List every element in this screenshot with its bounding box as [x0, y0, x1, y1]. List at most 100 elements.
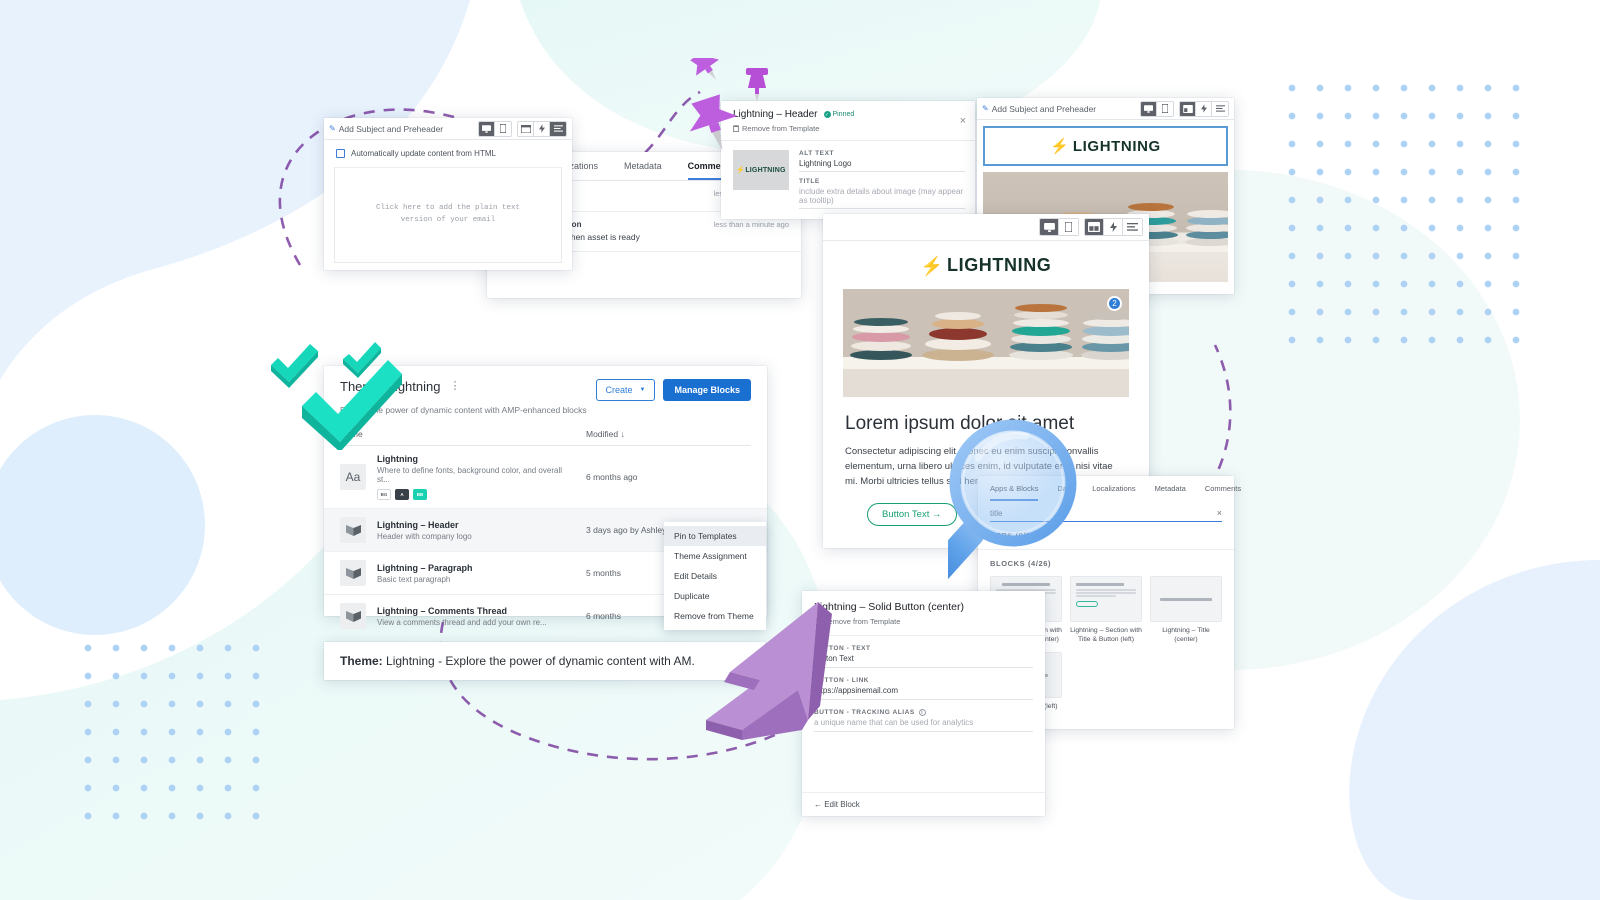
- tab-data[interactable]: Data: [1057, 484, 1073, 501]
- remove-label: Remove from Template: [823, 617, 901, 626]
- add-subject-link[interactable]: ✎ Add Subject and Preheader: [329, 124, 443, 134]
- layout-icon[interactable]: [1085, 219, 1104, 235]
- tab-metadata[interactable]: Metadata: [624, 161, 662, 180]
- swatch-bg[interactable]: BG: [377, 489, 391, 500]
- row-description: Header with company logo: [377, 531, 472, 541]
- block-card[interactable]: Lightning – Section with Title & Button …: [1070, 576, 1142, 644]
- thumb-logo-label: ⚡LIGHTNING: [736, 167, 786, 174]
- add-subject-link[interactable]: ✎ Add Subject and Preheader: [982, 104, 1096, 114]
- menu-item-edit-details[interactable]: Edit Details: [664, 566, 766, 586]
- column-name[interactable]: Name: [340, 429, 586, 439]
- solid-button-title-bar: Lightning – Solid Button (center) Remove…: [802, 591, 1045, 636]
- menu-item-duplicate[interactable]: Duplicate: [664, 586, 766, 606]
- auto-update-checkbox[interactable]: [336, 149, 345, 158]
- theme-banner-panel: Theme: Lightning - Explore the power of …: [324, 642, 765, 680]
- trash-icon: [733, 125, 739, 132]
- remove-from-template-button[interactable]: Remove from Template: [733, 124, 965, 133]
- tab-apps-and-blocks[interactable]: Apps & Blocks: [990, 484, 1039, 501]
- swatch-a[interactable]: A: [395, 489, 409, 500]
- device-toggle-group: [1039, 218, 1079, 236]
- title-field[interactable]: include extra details about image (may a…: [799, 185, 965, 209]
- create-button[interactable]: Create ▼: [595, 379, 656, 401]
- plain-text-textarea[interactable]: Click here to add the plain text version…: [334, 167, 562, 263]
- row-name: Lightning – Header: [377, 519, 459, 530]
- info-icon[interactable]: i: [918, 709, 926, 716]
- apps-section-header: APPS (0/3): [990, 531, 1034, 540]
- swatch-bb[interactable]: BB: [413, 489, 427, 500]
- block-card[interactable]: Lightning – Title (center): [1150, 576, 1222, 644]
- banner-label: Theme:: [340, 654, 383, 668]
- row-modified: 6 months ago: [586, 472, 638, 482]
- tab-localizations[interactable]: Localizations: [1092, 484, 1135, 501]
- button-text-field[interactable]: Button Text: [814, 652, 1033, 668]
- mode-toggle-group: [517, 120, 567, 137]
- close-icon[interactable]: ×: [960, 115, 966, 127]
- mobile-icon[interactable]: [495, 121, 511, 136]
- menu-item-remove-from-theme[interactable]: Remove from Theme: [664, 606, 766, 626]
- search-value: title: [990, 508, 1003, 518]
- row-context-menu: Pin to Templates Theme Assignment Edit D…: [664, 522, 766, 630]
- comment-time: less than a minute ago: [713, 220, 789, 229]
- desktop-icon[interactable]: [1141, 101, 1157, 116]
- button-text-label: BUTTON - TEXT: [814, 645, 871, 652]
- mobile-icon[interactable]: [1059, 219, 1078, 235]
- brand-logo-text: LIGHTNING: [1072, 137, 1161, 155]
- tracking-alias-field[interactable]: a unique name that can be used for analy…: [814, 716, 1033, 732]
- add-subject-label: Add Subject and Preheader: [338, 123, 444, 134]
- remove-from-template-button[interactable]: Remove from Template: [814, 617, 1033, 626]
- tab-metadata[interactable]: Metadata: [1155, 484, 1186, 501]
- device-toggle-group: [1140, 100, 1174, 117]
- column-modified[interactable]: Modified ↓: [586, 429, 751, 439]
- desktop-icon[interactable]: [1040, 219, 1059, 235]
- page-subtitle: Explore the power of dynamic content wit…: [340, 405, 587, 415]
- lightning-icon[interactable]: [534, 121, 550, 136]
- lightning-icon[interactable]: [1196, 101, 1212, 116]
- mode-toggle-group: [1084, 218, 1143, 236]
- table-row[interactable]: Aa Lightning Where to define fonts, back…: [324, 446, 767, 509]
- view-toolbar: [1135, 100, 1229, 117]
- lightning-bolt-icon: ⚡: [920, 255, 943, 276]
- theme-header-actions: Create ▼ Manage Blocks: [595, 379, 751, 401]
- title-kebab-menu-icon[interactable]: ⋮: [449, 380, 460, 391]
- menu-item-pin-to-templates[interactable]: Pin to Templates: [664, 526, 766, 546]
- close-icon[interactable]: ×: [1217, 508, 1222, 518]
- auto-update-checkbox-row[interactable]: Automatically update content from HTML: [324, 140, 572, 164]
- aa-icon: Aa: [340, 464, 366, 490]
- list-icon[interactable]: [1212, 101, 1228, 116]
- brand-logo: ⚡ LIGHTNING: [823, 241, 1149, 289]
- button-link-label: BUTTON - LINK: [814, 677, 870, 684]
- desktop-icon[interactable]: [479, 121, 495, 136]
- mobile-icon[interactable]: [1157, 101, 1173, 116]
- status-badge: ✓ Pinned: [823, 111, 854, 118]
- alt-text-field[interactable]: Lightning Logo: [799, 157, 965, 172]
- layout-icon[interactable]: [1180, 101, 1196, 116]
- list-icon[interactable]: [550, 121, 566, 136]
- menu-item-theme-assignment[interactable]: Theme Assignment: [664, 546, 766, 566]
- row-description: Basic text paragraph: [377, 574, 451, 584]
- header-block-body: ⚡LIGHTNING ALT TEXT Lightning Logo TITLE…: [721, 141, 975, 209]
- blocks-search-input[interactable]: title ×: [990, 508, 1222, 522]
- header-block-fields: ALT TEXT Lightning Logo TITLE include ex…: [799, 150, 965, 209]
- list-icon[interactable]: [1123, 219, 1142, 235]
- color-swatches: BG A BB: [377, 489, 575, 500]
- row-description: View a comments thread and add your own …: [377, 617, 547, 627]
- block-icon: [340, 560, 366, 586]
- block-thumbnail: [1150, 576, 1222, 622]
- chevron-down-icon: ▼: [639, 387, 646, 393]
- email-header-block[interactable]: ⚡ LIGHTNING: [983, 126, 1228, 166]
- email-cta-button[interactable]: Button Text →: [867, 502, 957, 526]
- lightning-icon[interactable]: [1104, 219, 1123, 235]
- add-subject-label: Add Subject and Preheader: [991, 103, 1097, 114]
- email-heading[interactable]: Lorem ipsum dolor sit amet: [845, 413, 1127, 435]
- hero-image[interactable]: 2: [843, 288, 1129, 397]
- create-label: Create: [605, 385, 633, 395]
- comment-count-badge[interactable]: 2: [1107, 295, 1122, 311]
- panel-toolbar: ✎ Add Subject and Preheader: [324, 118, 572, 140]
- layout-icon[interactable]: [518, 121, 534, 136]
- button-link-field[interactable]: https://appsinemail.com: [814, 684, 1033, 700]
- block-label: Lightning – Section with Title & Button …: [1070, 627, 1142, 644]
- editor-toolbar: [823, 214, 1149, 241]
- edit-block-button[interactable]: ← Edit Block: [802, 792, 1045, 816]
- tab-comments[interactable]: Comments: [1205, 484, 1241, 501]
- manage-blocks-button[interactable]: Manage Blocks: [663, 379, 751, 401]
